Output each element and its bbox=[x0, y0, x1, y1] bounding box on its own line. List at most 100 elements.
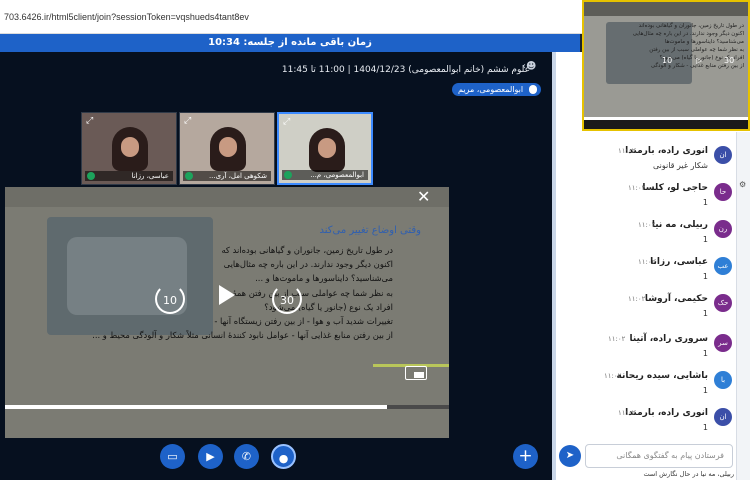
video-progress-bar[interactable] bbox=[5, 405, 449, 409]
presenter-badge: ابوالمعصومی، مریم bbox=[452, 83, 542, 96]
message-body: 1 bbox=[702, 349, 708, 358]
floating-screen-preview[interactable]: در طول تاریخ زمین، جانوران و گیاهانی بود… bbox=[582, 0, 750, 131]
url-text[interactable]: 703.6426.ir/html5client/join?sessionToke… bbox=[4, 12, 249, 22]
avatar: رن bbox=[714, 220, 732, 238]
phone-button[interactable]: ✆ bbox=[234, 444, 259, 469]
status-dot-icon bbox=[185, 172, 193, 180]
message-time: ۱۱:۰۲ bbox=[638, 221, 656, 229]
session-timer-banner: زمان باقی مانده از جلسه: 10:34 bbox=[0, 34, 580, 52]
rewind-10-icon[interactable]: 10 bbox=[155, 284, 185, 314]
slide-line: در طول تاریخ زمین، جانوران و گیاهانی بود… bbox=[221, 245, 393, 255]
send-button[interactable]: ➤ bbox=[559, 445, 581, 467]
preview-play-icon[interactable]: ▷ bbox=[696, 56, 702, 65]
slide-line: می‌شناسید؟ دایناسورها و ماموت‌ها و ... bbox=[255, 273, 393, 284]
webcam-tile[interactable]: ⤢ شکوهی امل، آری... bbox=[179, 112, 275, 185]
expand-icon[interactable]: ⤢ bbox=[86, 116, 93, 126]
message-time: ۱۱:۰۲ bbox=[604, 372, 622, 380]
preview-footer bbox=[584, 120, 748, 129]
chat-message: ان انوری راده، بارمندا ۱۱:۰۲ 1 bbox=[556, 408, 732, 448]
slide-line: از بین رفتن منابع غذایی آنها - عوامل ناب… bbox=[92, 330, 393, 341]
message-body: 1 bbox=[702, 235, 708, 244]
typing-indicator: ربیلی، مه نیا در حال نگارش است bbox=[643, 470, 734, 478]
sender-name: انوری راده، بارمندا bbox=[625, 146, 708, 156]
webcam-caption: عباسی، رزانا bbox=[85, 171, 173, 181]
expand-icon[interactable]: ⤢ bbox=[184, 116, 191, 126]
presenter-name: ابوالمعصومی، مریم bbox=[458, 85, 524, 94]
rewind-label: 10 bbox=[163, 294, 177, 307]
message-body: 1 bbox=[702, 386, 708, 395]
avatar: با bbox=[714, 371, 732, 389]
settings-icon[interactable]: ⚙ bbox=[739, 180, 746, 189]
webcam-caption: شکوهی امل، آری... bbox=[183, 171, 271, 181]
webcam-name: شکوهی امل، آری... bbox=[208, 172, 267, 180]
play-icon[interactable] bbox=[219, 285, 235, 305]
message-time: ۱۱:۰۲ bbox=[628, 295, 646, 303]
expand-icon[interactable]: ⤢ bbox=[283, 117, 290, 127]
preview-line: در طول تاریخ زمین، جانوران و گیاهانی بود… bbox=[638, 23, 744, 29]
sender-name: ربیلی، مه نیا bbox=[651, 220, 708, 230]
message-time: ۱۱:۰۲ bbox=[638, 258, 656, 266]
webcam-caption: ابوالمعصومی، م... bbox=[282, 170, 368, 180]
message-body: 1 bbox=[702, 309, 708, 318]
screen-share-button[interactable]: ▭ bbox=[160, 444, 185, 469]
preview-rewind-icon[interactable]: 10 bbox=[662, 56, 672, 65]
message-body: 1 bbox=[702, 272, 708, 281]
app-root: 703.6426.ir/html5client/join?sessionToke… bbox=[0, 0, 750, 480]
chat-message: سر سروری راده، آتینا ۱۱:۰۲ 1 bbox=[556, 334, 732, 374]
message-time: ۱۱:۰۲ bbox=[618, 409, 636, 417]
sender-name: عباسی، رزانا bbox=[650, 257, 708, 267]
webcam-name: ابوالمعصومی، م... bbox=[310, 171, 364, 179]
shared-video-player[interactable]: ✕ وقتی اوضاع تغییر می‌کند در طول تاریخ ز… bbox=[5, 187, 449, 438]
message-time: ۱۱:۰۲ bbox=[618, 147, 636, 155]
slide-line: تغییرات شدید آب و هوا - از بین رفتن زیست… bbox=[214, 316, 393, 327]
slide-header bbox=[5, 187, 449, 207]
avatar: ان bbox=[714, 146, 732, 164]
preview-forward-icon[interactable]: 30 bbox=[724, 56, 734, 65]
preview-line: اکنون دیگر وجود ندارند. در این باره چه م… bbox=[632, 31, 744, 37]
webcam-name: عباسی، رزانا bbox=[131, 172, 169, 180]
chat-message: حا حاجی لو، کلسا ۱۱:۰۲ 1 bbox=[556, 183, 732, 223]
webcam-tile[interactable]: ⤢ عباسی، رزانا bbox=[81, 112, 177, 185]
preview-header bbox=[584, 2, 748, 16]
sender-name: باشایی، سیده ریحانه bbox=[616, 371, 708, 381]
avatar: حک bbox=[714, 294, 732, 312]
status-dot-icon bbox=[87, 172, 95, 180]
forward-label: 30 bbox=[280, 294, 294, 307]
slide-title: وقتی اوضاع تغییر می‌کند bbox=[319, 225, 422, 236]
sender-name: سروری راده، آتینا bbox=[629, 334, 708, 344]
sender-name: انوری راده، بارمندا bbox=[625, 408, 708, 418]
chat-message: با باشایی، سیده ریحانه ۱۱:۰۲ 1 bbox=[556, 371, 732, 411]
presenter-mic-icon bbox=[529, 85, 538, 94]
sender-name: حاجی لو، کلسا bbox=[642, 183, 708, 193]
right-toolbar: ⚙ bbox=[736, 132, 750, 480]
sender-name: حکیمی، آروشا bbox=[644, 294, 708, 304]
preview-forward-label: 30 bbox=[724, 56, 735, 65]
users-toggle-icon[interactable]: ‹☻ bbox=[522, 61, 542, 75]
webcam-tile-active[interactable]: ⤢ ابوالمعصومی، م... bbox=[277, 112, 373, 185]
message-time: ۱۱:۰۲ bbox=[608, 335, 626, 343]
participant-video bbox=[210, 127, 246, 171]
avatar: ان bbox=[714, 408, 732, 426]
chat-message: رن ربیلی، مه نیا ۱۱:۰۲ 1 bbox=[556, 220, 732, 260]
preview-rewind-label: 10 bbox=[662, 56, 673, 65]
video-progress-fill bbox=[5, 405, 387, 409]
meeting-info: علوم ششم (خانم ابوالمعصومی) 1404/12/23 |… bbox=[281, 65, 530, 75]
preview-line: می‌شناسید؟ دایناسورها و ماموت‌ها bbox=[664, 39, 744, 45]
status-dot-icon bbox=[284, 171, 292, 179]
chat-input[interactable]: فرستادن پیام به گفتگوی همگانی bbox=[585, 444, 733, 468]
participant-video bbox=[309, 128, 345, 172]
chat-message: عب عباسی، رزانا ۱۱:۰۲ 1 bbox=[556, 257, 732, 297]
avatar: حا bbox=[714, 183, 732, 201]
avatar: عب bbox=[714, 257, 732, 275]
close-icon[interactable]: ✕ bbox=[417, 189, 430, 205]
chat-message: ان انوری راده، بارمندا ۱۱:۰۲ شکار غیر قا… bbox=[556, 146, 732, 186]
preview-line: به نظر شما چه عواملی سبب از بین رفتن bbox=[649, 47, 744, 53]
message-body: 1 bbox=[702, 198, 708, 207]
avatar: سر bbox=[714, 334, 732, 352]
participant-video bbox=[112, 127, 148, 171]
add-actions-button[interactable]: + bbox=[513, 444, 538, 469]
microphone-button[interactable]: ● bbox=[271, 444, 296, 469]
camera-button[interactable]: ▶ bbox=[198, 444, 223, 469]
forward-30-icon[interactable]: 30 bbox=[272, 284, 302, 314]
picture-in-picture-icon[interactable] bbox=[405, 366, 427, 380]
